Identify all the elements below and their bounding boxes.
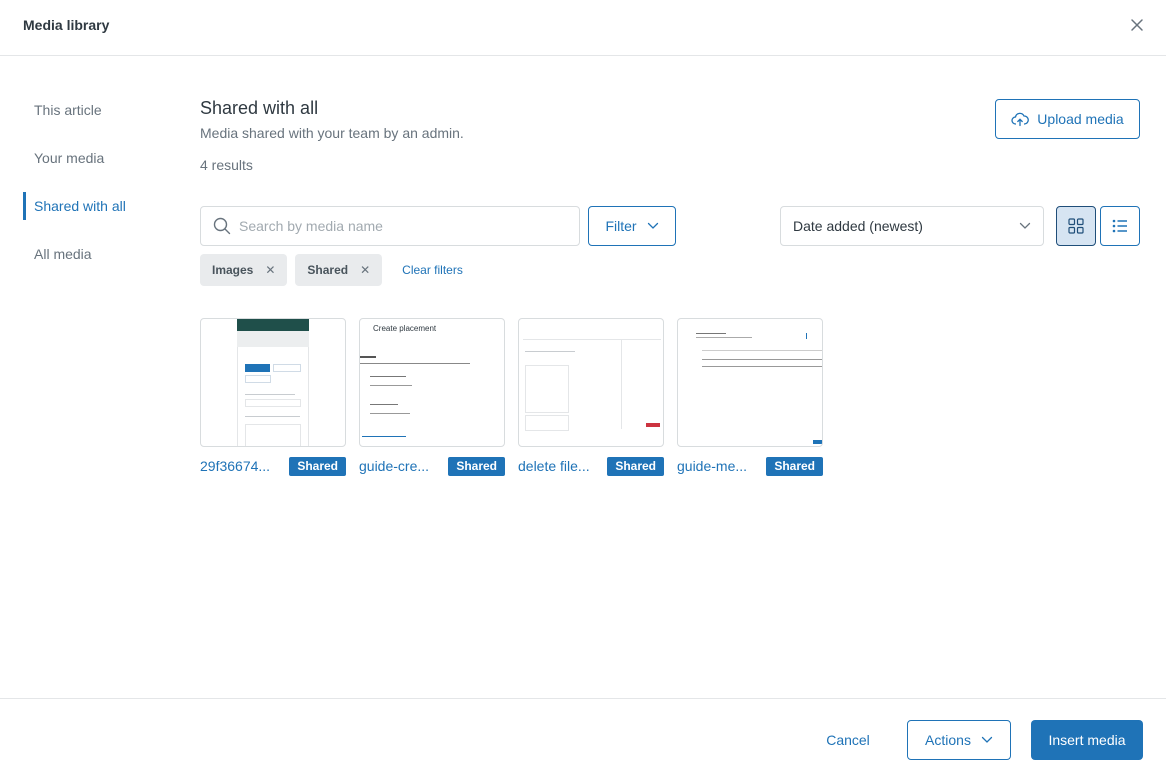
card-footer: guide-me... Shared [677, 456, 823, 476]
thumb-button [813, 440, 822, 444]
thumb-divider [621, 339, 622, 429]
thumb-box [245, 424, 301, 446]
media-thumbnail[interactable] [677, 318, 823, 447]
thumb-line [370, 376, 406, 377]
sidebar-item-label: Shared with all [34, 198, 126, 214]
upload-media-label: Upload media [1037, 111, 1124, 127]
sidebar-item-label: All media [34, 246, 92, 262]
media-card: delete file... Shared [518, 318, 664, 476]
thumb-box [245, 375, 271, 383]
search-field[interactable] [200, 206, 580, 246]
shared-badge: Shared [289, 456, 346, 476]
insert-media-button[interactable]: Insert media [1031, 720, 1143, 760]
media-card: 29f36674... Shared [200, 318, 346, 476]
sidebar-item-shared-with-all[interactable]: Shared with all [23, 186, 183, 226]
sidebar-item-all-media[interactable]: All media [23, 234, 183, 274]
media-grid: 29f36674... Shared Create placement guid… [200, 318, 823, 476]
media-card: Create placement guide-cre... Shared [359, 318, 505, 476]
list-view-icon [1112, 219, 1127, 233]
media-thumbnail[interactable]: Create placement [359, 318, 505, 447]
sidebar-item-this-article[interactable]: This article [23, 90, 183, 130]
tag-label: Shared [307, 263, 349, 277]
media-thumbnail[interactable] [200, 318, 346, 447]
cloud-upload-icon [1011, 112, 1030, 127]
thumb-box [273, 364, 301, 372]
filter-label: Filter [605, 218, 637, 234]
dialog-footer: Cancel Actions Insert media [0, 698, 1166, 770]
thumb-line [362, 436, 406, 437]
sort-selected-value: Date added (newest) [793, 218, 923, 234]
remove-tag-icon[interactable]: ✕ [265, 263, 275, 277]
actions-label: Actions [925, 732, 971, 748]
sidebar-item-label: This article [34, 102, 102, 118]
upload-media-button[interactable]: Upload media [995, 99, 1140, 139]
tag-label: Images [212, 263, 254, 277]
thumb-banner [237, 331, 309, 347]
thumb-box [525, 415, 569, 431]
thumb-line [523, 339, 661, 340]
media-card: guide-me... Shared [677, 318, 823, 476]
media-name[interactable]: delete file... [518, 458, 590, 474]
thumb-button [245, 364, 270, 372]
shared-badge: Shared [766, 456, 823, 476]
sidebar-item-label: Your media [34, 150, 105, 166]
thumb-line [370, 385, 412, 386]
thumb-header [237, 319, 309, 331]
dialog-title: Media library [23, 17, 110, 33]
page-title: Shared with all [200, 98, 319, 118]
thumb-line [370, 413, 410, 414]
thumb-line [806, 333, 807, 339]
active-indicator [23, 192, 26, 220]
thumb-line [702, 366, 822, 367]
thumb-line [702, 359, 822, 360]
media-thumbnail[interactable] [518, 318, 664, 447]
card-footer: guide-cre... Shared [359, 456, 505, 476]
thumb-line [702, 350, 822, 351]
search-input[interactable] [239, 218, 559, 234]
thumb-line [525, 351, 575, 352]
remove-tag-icon[interactable]: ✕ [360, 263, 370, 277]
results-count: 4 results [200, 157, 253, 173]
sidebar-nav: This article Your media Shared with all … [23, 90, 183, 282]
media-name[interactable]: guide-cre... [359, 458, 429, 474]
clear-filters-link[interactable]: Clear filters [402, 263, 463, 277]
thumb-delete-button [646, 423, 660, 427]
thumb-box [245, 399, 301, 407]
shared-badge: Shared [607, 456, 664, 476]
thumb-line [360, 363, 470, 364]
thumb-line [696, 337, 752, 338]
chevron-down-icon [1019, 222, 1031, 229]
actions-button[interactable]: Actions [907, 720, 1011, 760]
sort-select[interactable]: Date added (newest) [780, 206, 1044, 246]
shared-badge: Shared [448, 456, 505, 476]
thumb-line [370, 404, 398, 405]
grid-view-button[interactable] [1056, 206, 1096, 246]
media-name[interactable]: guide-me... [677, 458, 747, 474]
card-footer: delete file... Shared [518, 456, 664, 476]
cancel-button[interactable]: Cancel [810, 720, 886, 760]
thumb-line [696, 333, 726, 334]
sidebar-item-your-media[interactable]: Your media [23, 138, 183, 178]
list-view-button[interactable] [1100, 206, 1140, 246]
thumb-line [360, 356, 376, 358]
close-icon [1131, 19, 1143, 31]
chevron-down-icon [647, 222, 658, 229]
thumb-line [245, 416, 300, 417]
thumb-title: Create placement [373, 324, 437, 333]
media-name[interactable]: 29f36674... [200, 458, 270, 474]
search-icon [213, 217, 231, 235]
active-filters: Images ✕ Shared ✕ Clear filters [200, 254, 463, 286]
chevron-down-icon [981, 736, 993, 743]
filter-tag-shared: Shared ✕ [295, 254, 383, 286]
filter-button[interactable]: Filter [588, 206, 676, 246]
dialog-header: Media library [0, 0, 1166, 56]
close-button[interactable] [1126, 14, 1148, 36]
filter-tag-images: Images ✕ [200, 254, 288, 286]
card-footer: 29f36674... Shared [200, 456, 346, 476]
grid-view-icon [1068, 218, 1084, 234]
page-subtitle: Media shared with your team by an admin. [200, 125, 464, 141]
thumb-line [245, 394, 295, 395]
thumb-box [525, 365, 569, 413]
